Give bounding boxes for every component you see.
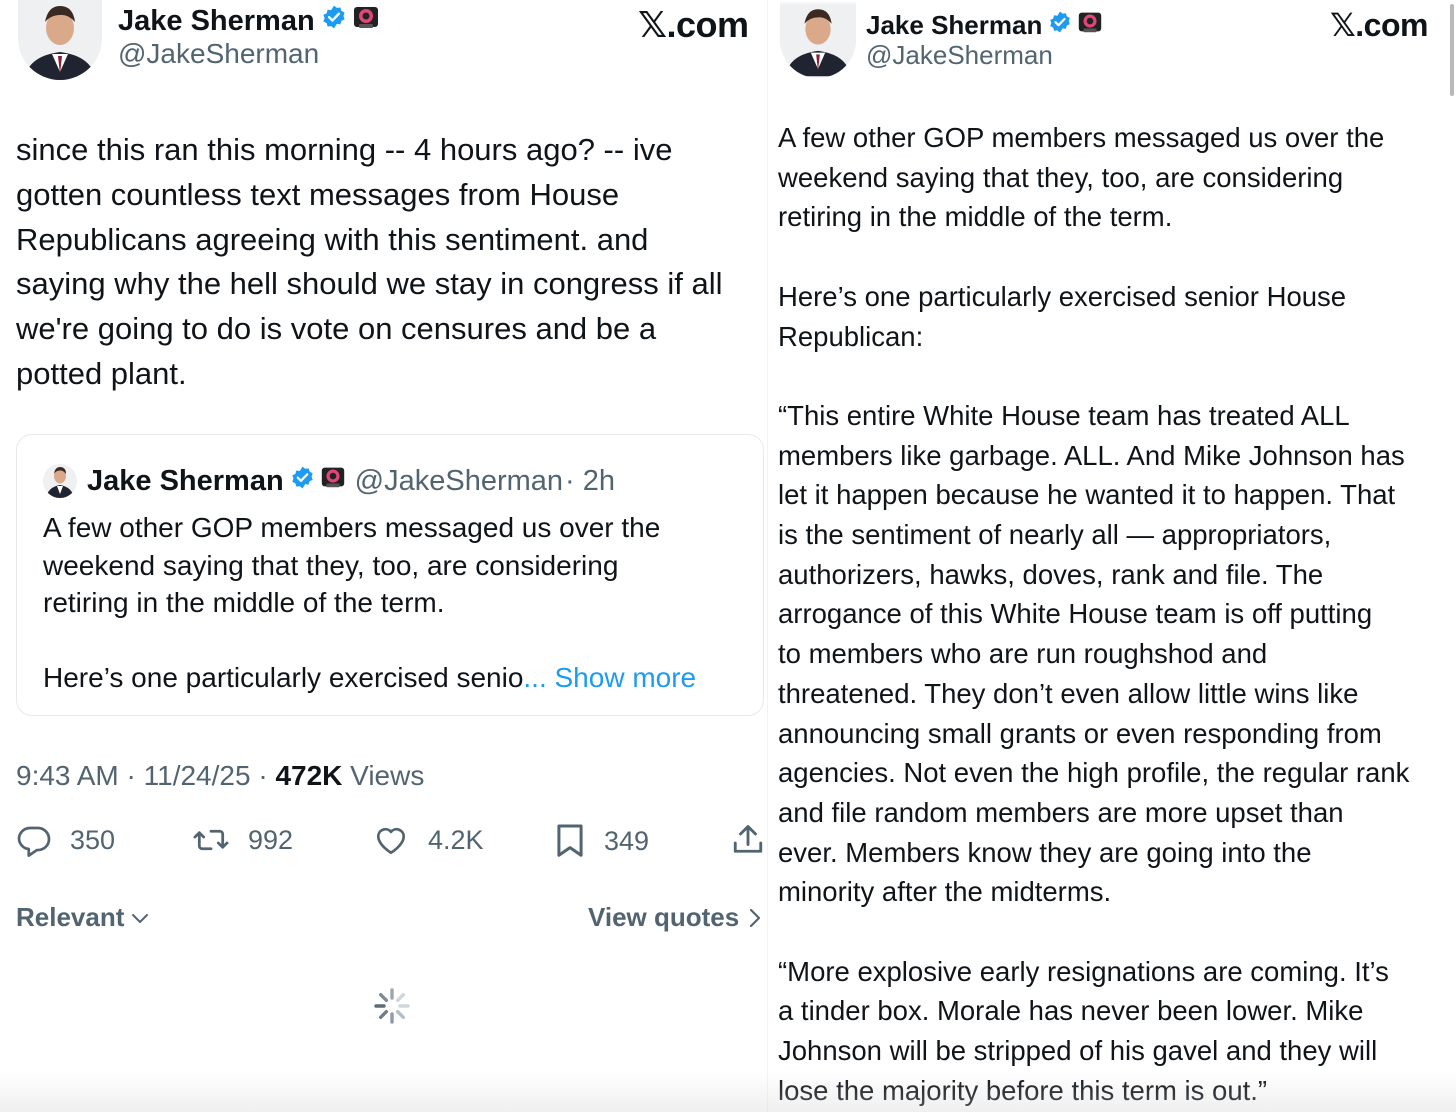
views-label: Views	[350, 760, 425, 791]
affiliate-badge-icon	[1076, 8, 1104, 43]
quoted-tweet-header: Jake Sherman @JakeSherman · 2h	[43, 463, 615, 499]
tweet-time[interactable]: 9:43 AM	[16, 760, 119, 791]
chevron-down-icon	[132, 913, 149, 923]
reply-count: 350	[70, 824, 116, 855]
like-icon	[376, 827, 406, 855]
meta-separator: ·	[250, 760, 276, 791]
reply-sort-label: Relevant	[16, 902, 125, 932]
tweet-meta: 9:43 AM · 11/24/25 · 472K Views	[16, 760, 424, 792]
views-count: 472K	[275, 760, 343, 791]
repost-icon	[193, 829, 229, 851]
scrollbar-thumb[interactable]	[1450, 4, 1454, 96]
like-button[interactable]: 4.2K	[372, 822, 484, 858]
quoted-author-handle: @JakeSherman	[354, 464, 564, 497]
author-handle[interactable]: @JakeSherman	[866, 40, 1053, 71]
author-name-row: Jake Sherman	[118, 2, 381, 40]
repost-button[interactable]: 992	[192, 822, 293, 858]
left-tweet-panel: Jake Sherman @JakeSherman 𝕏.com since th…	[0, 0, 768, 1112]
author-handle[interactable]: @JakeSherman	[118, 38, 319, 70]
author-avatar[interactable]	[780, 2, 856, 78]
affiliate-badge-icon	[351, 2, 381, 40]
view-quotes-link[interactable]: View quotes	[588, 902, 763, 933]
bookmark-button[interactable]: 349	[554, 822, 649, 860]
author-display-name[interactable]: Jake Sherman	[866, 10, 1042, 41]
bookmark-icon	[557, 824, 583, 857]
reply-sort-dropdown[interactable]: Relevant	[16, 902, 150, 933]
right-tweet-panel: Jake Sherman @JakeSherman 𝕏.com A few ot…	[768, 0, 1456, 1112]
reply-button[interactable]: 350	[16, 822, 115, 858]
quoted-tweet-text: A few other GOP members messaged us over…	[43, 509, 733, 697]
quoted-author-avatar	[43, 464, 77, 498]
quoted-author-name: Jake Sherman	[87, 464, 284, 497]
author-avatar[interactable]	[18, 0, 102, 80]
x-brand-logo: 𝕏.com	[638, 4, 749, 45]
scrollbar[interactable]	[1448, 0, 1456, 100]
reply-icon	[17, 826, 51, 857]
author-name-row: Jake Sherman	[866, 8, 1104, 43]
tweet-body-text: A few other GOP members messaged us over…	[778, 122, 1410, 1106]
loading-spinner-icon	[372, 986, 412, 1031]
author-display-name[interactable]: Jake Sherman	[118, 5, 315, 38]
like-count: 4.2K	[428, 824, 484, 855]
repost-count: 992	[248, 824, 294, 855]
show-more-link[interactable]: ... Show more	[523, 662, 696, 693]
verified-badge-icon	[321, 4, 347, 38]
bookmark-count: 349	[604, 825, 650, 856]
verified-badge-icon	[290, 465, 315, 498]
x-brand-logo: 𝕏.com	[1330, 7, 1428, 43]
view-quotes-label: View quotes	[588, 902, 740, 932]
meta-separator: ·	[118, 760, 144, 791]
tweet-date[interactable]: 11/24/25	[144, 760, 251, 791]
verified-badge-icon	[1048, 10, 1072, 41]
affiliate-badge-icon	[319, 463, 347, 499]
quoted-tweet-time: · 2h	[565, 464, 616, 497]
quoted-tweet-card[interactable]: Jake Sherman @JakeSherman · 2h A few oth…	[16, 434, 764, 716]
share-button[interactable]	[730, 822, 768, 858]
share-icon	[733, 825, 763, 853]
chevron-right-icon	[750, 908, 761, 927]
tweet-body-text: since this ran this morning -- 4 hours a…	[16, 132, 723, 391]
